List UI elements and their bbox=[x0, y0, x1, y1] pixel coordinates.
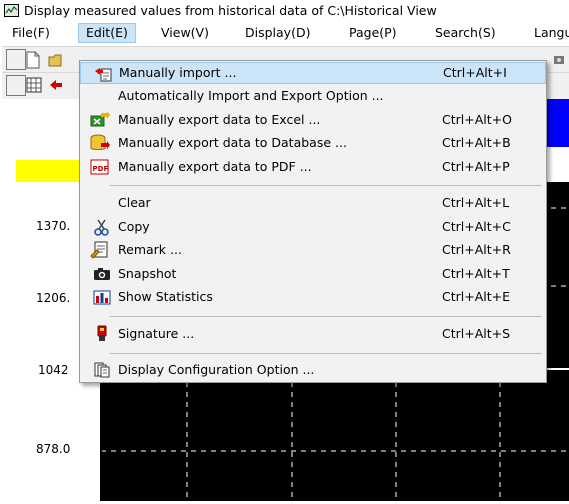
menu-item-display-configuration-option[interactable]: Display Configuration Option ... bbox=[80, 359, 546, 381]
menu-item-label: Snapshot bbox=[118, 266, 177, 281]
menu-item-copy[interactable]: Copy Ctrl+Alt+C bbox=[80, 216, 546, 238]
y-tick-label: 1370. bbox=[36, 219, 71, 233]
menu-item-shortcut: Ctrl+Alt+P bbox=[442, 159, 510, 174]
menu-item-shortcut: Ctrl+Alt+B bbox=[442, 135, 511, 150]
grid-icon[interactable] bbox=[26, 77, 44, 95]
import-icon bbox=[94, 65, 112, 83]
menu-search[interactable]: Search(S) bbox=[428, 23, 503, 43]
menu-item-label: Manually export data to Excel ... bbox=[118, 112, 321, 127]
value-band-yellow bbox=[16, 160, 86, 182]
open-folder-icon[interactable] bbox=[48, 51, 66, 69]
menu-item-shortcut: Ctrl+Alt+T bbox=[442, 266, 510, 281]
menu-item-label: Clear bbox=[118, 195, 151, 210]
monitor-icon bbox=[4, 4, 19, 17]
edit-menu-dropdown: Manually import ... Ctrl+Alt+I Automatic… bbox=[79, 60, 547, 383]
menu-language[interactable]: Language bbox=[527, 23, 569, 43]
y-tick-label: 1206. bbox=[36, 291, 71, 305]
new-document-icon[interactable] bbox=[26, 51, 44, 69]
menu-display[interactable]: Display(D) bbox=[238, 23, 317, 43]
menu-item-label: Signature ... bbox=[118, 326, 195, 341]
y-tick-label: 878.0 bbox=[36, 442, 71, 456]
scissors-icon bbox=[93, 218, 111, 236]
menu-item-shortcut: Ctrl+Alt+O bbox=[442, 112, 512, 127]
menu-separator bbox=[110, 185, 542, 186]
menu-bar: File(F) Edit(E) View(V) Display(D) Page(… bbox=[0, 23, 569, 44]
menu-view[interactable]: View(V) bbox=[154, 23, 216, 43]
menu-item-label: Manually import ... bbox=[119, 65, 237, 80]
database-export-icon bbox=[90, 134, 110, 152]
menu-item-shortcut: Ctrl+Alt+C bbox=[442, 219, 511, 234]
menu-item-label: Manually export data to Database ... bbox=[118, 135, 347, 150]
menu-item-remark[interactable]: Remark ... Ctrl+Alt+R bbox=[80, 239, 546, 261]
menu-file[interactable]: File(F) bbox=[5, 23, 57, 43]
menu-item-label: Remark ... bbox=[118, 242, 182, 257]
menu-item-clear[interactable]: Clear Ctrl+Alt+L bbox=[80, 192, 546, 214]
menu-edit[interactable]: Edit(E) bbox=[78, 23, 136, 43]
display-config-icon bbox=[93, 361, 111, 379]
toolbar-button-frame bbox=[6, 75, 26, 96]
menu-item-export-excel[interactable]: Manually export data to Excel ... Ctrl+A… bbox=[80, 109, 546, 131]
menu-item-label: Automatically Import and Export Option .… bbox=[118, 88, 384, 103]
menu-item-manually-import[interactable]: Manually import ... Ctrl+Alt+I bbox=[80, 62, 546, 84]
toolbar-tool-icon[interactable] bbox=[552, 51, 569, 69]
svg-text:PDF: PDF bbox=[93, 165, 109, 173]
signature-icon bbox=[93, 325, 111, 343]
menu-item-shortcut: Ctrl+Alt+I bbox=[443, 65, 507, 80]
excel-export-icon bbox=[90, 111, 110, 129]
menu-item-label: Manually export data to PDF ... bbox=[118, 159, 312, 174]
y-tick-label: 1042 bbox=[38, 363, 69, 377]
menu-item-show-statistics[interactable]: Show Statistics Ctrl+Alt+E bbox=[80, 286, 546, 308]
menu-item-shortcut: Ctrl+Alt+S bbox=[442, 326, 511, 341]
window-title: Display measured values from historical … bbox=[24, 3, 437, 18]
menu-separator bbox=[110, 353, 542, 354]
pdf-icon: PDF bbox=[90, 158, 109, 176]
menu-item-label: Display Configuration Option ... bbox=[118, 362, 315, 377]
menu-item-label: Show Statistics bbox=[118, 289, 213, 304]
menu-item-shortcut: Ctrl+Alt+L bbox=[442, 195, 510, 210]
menu-item-shortcut: Ctrl+Alt+R bbox=[442, 242, 511, 257]
menu-page[interactable]: Page(P) bbox=[342, 23, 404, 43]
menu-item-signature[interactable]: Signature ... Ctrl+Alt+S bbox=[80, 323, 546, 345]
remark-icon bbox=[90, 241, 108, 259]
menu-item-auto-import-export-option[interactable]: Automatically Import and Export Option .… bbox=[80, 85, 546, 107]
menu-item-label: Copy bbox=[118, 219, 150, 234]
camera-icon bbox=[93, 265, 111, 283]
menu-item-shortcut: Ctrl+Alt+E bbox=[442, 289, 511, 304]
menu-item-export-pdf[interactable]: PDF Manually export data to PDF ... Ctrl… bbox=[80, 156, 546, 178]
arrow-red-icon[interactable] bbox=[48, 77, 66, 95]
menu-item-export-database[interactable]: Manually export data to Database ... Ctr… bbox=[80, 132, 546, 154]
menu-separator bbox=[110, 316, 542, 317]
title-bar: Display measured values from historical … bbox=[0, 0, 569, 21]
toolbar-button-frame bbox=[6, 49, 26, 70]
menu-item-snapshot[interactable]: Snapshot Ctrl+Alt+T bbox=[80, 263, 546, 285]
statistics-icon bbox=[93, 288, 111, 306]
